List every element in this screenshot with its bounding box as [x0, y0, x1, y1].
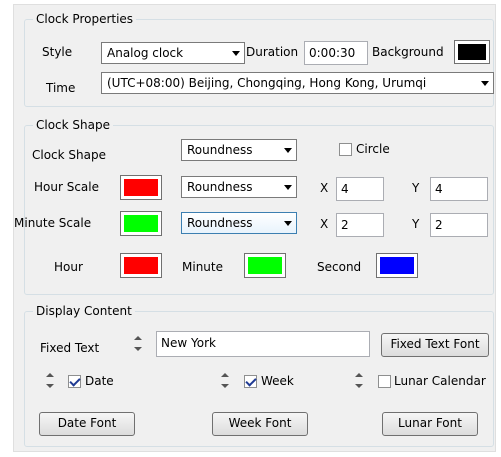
minute-scale-shape-dropdown[interactable]: Roundness [181, 212, 297, 234]
hour-hand-label: Hour [54, 260, 83, 274]
minute-scale-y-label: Y [412, 217, 420, 231]
hour-hand-color-swatch [124, 257, 158, 274]
fixed-text-label: Fixed Text [40, 341, 100, 355]
lunar-calendar-label: Lunar Calendar [394, 374, 486, 388]
chevron-down-icon [232, 51, 240, 56]
fixed-text-font-button[interactable]: Fixed Text Font [381, 333, 489, 357]
fixed-text-spinner[interactable] [132, 333, 144, 355]
minute-scale-color-button[interactable] [120, 211, 162, 236]
minute-hand-color-swatch [248, 257, 282, 274]
chevron-down-icon [481, 81, 489, 86]
clock-shape-legend: Clock Shape [33, 118, 113, 133]
spinner-up-icon[interactable] [221, 373, 229, 377]
hour-scale-y-label: Y [412, 181, 420, 195]
minute-scale-x-field[interactable]: 2 [336, 213, 384, 237]
circle-label: Circle [356, 142, 390, 156]
week-spinner[interactable] [219, 370, 231, 392]
hour-scale-y-field[interactable]: 4 [430, 177, 488, 201]
time-zone-dropdown[interactable]: (UTC+08:00) Beijing, Chongqing, Hong Kon… [101, 72, 494, 94]
hour-scale-color-button[interactable] [120, 175, 162, 200]
style-dropdown[interactable]: Analog clock [101, 42, 245, 64]
minute-hand-color-button[interactable] [244, 253, 286, 278]
date-font-button[interactable]: Date Font [39, 412, 135, 436]
minute-scale-x-label: X [320, 217, 329, 231]
background-label: Background [372, 45, 444, 59]
background-color-swatch [458, 44, 486, 60]
chevron-down-icon [284, 185, 292, 190]
hour-scale-color-swatch [124, 179, 158, 196]
lunar-spinner[interactable] [353, 370, 365, 392]
chevron-down-icon [284, 221, 292, 226]
lunar-calendar-checkbox[interactable] [378, 375, 391, 388]
minute-scale-y-field[interactable]: 2 [430, 213, 488, 237]
time-label: Time [46, 81, 76, 95]
hour-scale-shape-value: Roundness [187, 180, 253, 194]
hour-hand-color-button[interactable] [120, 253, 162, 278]
style-label: Style [42, 45, 73, 59]
minute-scale-label: Minute Scale [14, 216, 92, 230]
hour-scale-x-field[interactable]: 4 [336, 177, 384, 201]
clock-settings-panel: Clock Properties Style Analog clock Dura… [13, 4, 496, 452]
spinner-down-icon[interactable] [355, 384, 363, 388]
date-checkbox[interactable] [68, 375, 81, 388]
clock-properties-legend: Clock Properties [33, 12, 137, 27]
duration-label: Duration [246, 45, 299, 59]
week-label: Week [261, 374, 294, 388]
background-color-button[interactable] [454, 40, 490, 64]
second-hand-color-button[interactable] [376, 253, 418, 278]
second-hand-label: Second [317, 260, 362, 274]
week-font-button[interactable]: Week Font [212, 412, 308, 436]
lunar-font-button[interactable]: Lunar Font [382, 412, 478, 436]
clock-shape-dropdown-value: Roundness [187, 143, 253, 157]
spinner-down-icon[interactable] [134, 347, 142, 351]
spinner-down-icon[interactable] [221, 384, 229, 388]
spinner-up-icon[interactable] [134, 336, 142, 340]
hour-scale-shape-dropdown[interactable]: Roundness [181, 176, 297, 198]
hour-scale-label: Hour Scale [34, 180, 100, 194]
date-label: Date [85, 374, 114, 388]
minute-scale-shape-value: Roundness [187, 216, 253, 230]
spinner-up-icon[interactable] [46, 373, 54, 377]
minute-hand-label: Minute [182, 260, 223, 274]
second-hand-color-swatch [380, 257, 414, 274]
clock-shape-label: Clock Shape [32, 148, 106, 162]
chevron-down-icon [284, 148, 292, 153]
display-content-legend: Display Content [33, 304, 135, 319]
spinner-up-icon[interactable] [355, 373, 363, 377]
date-spinner[interactable] [44, 370, 56, 392]
circle-checkbox[interactable] [339, 143, 352, 156]
week-checkbox[interactable] [244, 375, 257, 388]
hour-scale-x-label: X [320, 181, 329, 195]
clock-shape-dropdown[interactable]: Roundness [181, 139, 297, 161]
spinner-down-icon[interactable] [46, 384, 54, 388]
fixed-text-field[interactable]: New York [156, 331, 370, 357]
style-dropdown-value: Analog clock [107, 46, 184, 60]
time-zone-dropdown-value: (UTC+08:00) Beijing, Chongqing, Hong Kon… [107, 76, 427, 90]
minute-scale-color-swatch [124, 215, 158, 232]
duration-field[interactable]: 0:00:30 [304, 41, 368, 65]
